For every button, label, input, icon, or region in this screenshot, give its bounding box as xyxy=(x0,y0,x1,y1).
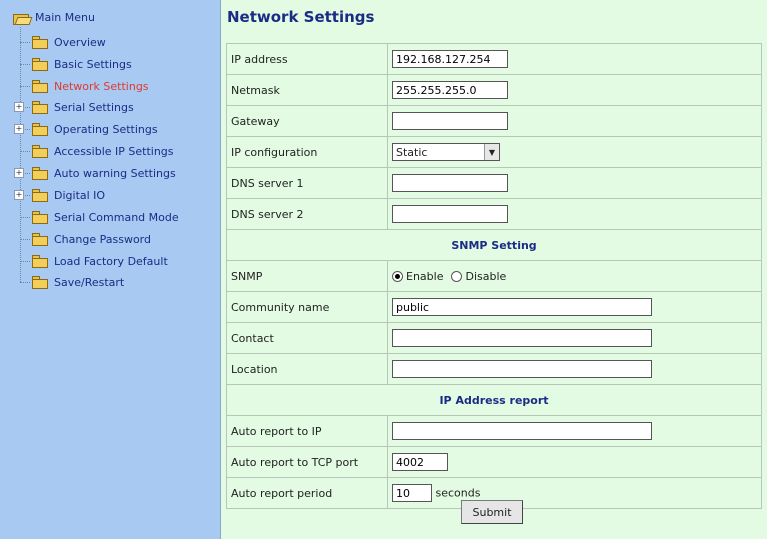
main-content: Network Settings IP address Netmask Gate… xyxy=(221,0,767,539)
location-input[interactable] xyxy=(392,360,652,378)
form-row-dns2: DNS server 2 xyxy=(226,198,762,230)
snmp-enable-option[interactable]: Enable xyxy=(392,270,443,283)
sidebar-item-overview[interactable]: Overview xyxy=(20,33,106,51)
snmp-disable-radio[interactable] xyxy=(451,270,463,282)
folder-icon xyxy=(32,123,48,136)
contact-label: Contact xyxy=(226,322,388,354)
sidebar-item-label: Basic Settings xyxy=(54,57,132,71)
auto-report-port-label: Auto report to TCP port xyxy=(226,446,388,478)
sidebar-item-auto-warning-settings[interactable]: + Auto warning Settings xyxy=(14,164,176,182)
community-name-label: Community name xyxy=(226,291,388,323)
snmp-disable-label: Disable xyxy=(465,269,507,283)
form-section-snmp: SNMP Setting xyxy=(226,229,762,261)
sidebar-item-label: Serial Settings xyxy=(54,100,134,114)
plus-expander-icon[interactable]: + xyxy=(14,124,24,134)
form-row-snmp: SNMP Enable Disable xyxy=(226,260,762,292)
ip-configuration-label: IP configuration xyxy=(226,136,388,168)
ip-configuration-select[interactable]: Static ▼ xyxy=(392,143,500,161)
folder-icon xyxy=(32,101,48,114)
form-row-contact: Contact xyxy=(226,322,762,354)
sidebar-item-label: Overview xyxy=(54,35,106,49)
community-name-input[interactable] xyxy=(392,298,652,316)
dns-server-1-input[interactable] xyxy=(392,174,508,192)
location-label: Location xyxy=(226,353,388,385)
form-row-netmask: Netmask xyxy=(226,74,762,106)
auto-report-period-input[interactable] xyxy=(392,484,432,502)
sidebar-menu: Main Menu Overview Basic Settings Networ… xyxy=(0,0,221,539)
menu-root[interactable]: Main Menu xyxy=(13,11,95,25)
plus-expander-icon[interactable]: + xyxy=(14,102,24,112)
sidebar-item-operating-settings[interactable]: + Operating Settings xyxy=(14,120,158,138)
submit-button[interactable]: Submit xyxy=(461,500,523,524)
auto-report-ip-input[interactable] xyxy=(392,422,652,440)
sidebar-item-label: Auto warning Settings xyxy=(54,166,176,180)
form-row-ip-address: IP address xyxy=(226,43,762,75)
snmp-radio-group: Enable Disable xyxy=(392,270,757,283)
plus-expander-icon[interactable]: + xyxy=(14,190,24,200)
dns-server-2-label: DNS server 2 xyxy=(226,198,388,230)
auto-report-port-input[interactable] xyxy=(392,453,448,471)
form-row-gateway: Gateway xyxy=(226,105,762,137)
sidebar-item-label: Operating Settings xyxy=(54,122,158,136)
ip-address-input[interactable] xyxy=(392,50,508,68)
ip-report-section-header: IP Address report xyxy=(226,384,762,416)
plus-expander-icon[interactable]: + xyxy=(14,168,24,178)
open-folder-icon xyxy=(13,12,29,25)
sidebar-item-accessible-ip-settings[interactable]: Accessible IP Settings xyxy=(20,142,174,160)
sidebar-item-label: Load Factory Default xyxy=(54,254,168,268)
dns-server-1-label: DNS server 1 xyxy=(226,167,388,199)
folder-icon xyxy=(32,255,48,268)
sidebar-item-serial-settings[interactable]: + Serial Settings xyxy=(14,98,134,116)
snmp-enable-radio[interactable] xyxy=(392,270,403,282)
folder-icon xyxy=(32,167,48,180)
snmp-label: SNMP xyxy=(226,260,388,292)
gateway-label: Gateway xyxy=(226,105,388,137)
sidebar-item-serial-command-mode[interactable]: Serial Command Mode xyxy=(20,208,179,226)
snmp-section-header: SNMP Setting xyxy=(226,229,762,261)
folder-icon xyxy=(32,276,48,289)
form-row-location: Location xyxy=(226,353,762,385)
form-row-ip-configuration: IP configuration Static ▼ xyxy=(226,136,762,168)
sidebar-item-basic-settings[interactable]: Basic Settings xyxy=(20,55,132,73)
ip-configuration-value: Static xyxy=(396,145,428,159)
ip-address-label: IP address xyxy=(226,43,388,75)
folder-icon xyxy=(32,189,48,202)
sidebar-item-label: Save/Restart xyxy=(54,275,125,289)
sidebar-item-digital-io[interactable]: + Digital IO xyxy=(14,186,106,204)
sidebar-item-save-restart[interactable]: Save/Restart xyxy=(20,273,124,291)
form-row-auto-report-ip: Auto report to IP xyxy=(226,415,762,447)
sidebar-item-load-factory-default[interactable]: Load Factory Default xyxy=(20,252,168,270)
folder-icon xyxy=(32,233,48,246)
form-section-ip-report: IP Address report xyxy=(226,384,762,416)
netmask-input[interactable] xyxy=(392,81,508,99)
gateway-input[interactable] xyxy=(392,112,508,130)
sidebar-item-change-password[interactable]: Change Password xyxy=(20,230,151,248)
sidebar-item-label: Serial Command Mode xyxy=(54,210,179,224)
dropdown-arrow-icon[interactable]: ▼ xyxy=(484,144,499,160)
seconds-unit-label: seconds xyxy=(435,486,481,500)
snmp-disable-option[interactable]: Disable xyxy=(451,270,506,283)
folder-icon xyxy=(32,80,48,93)
contact-input[interactable] xyxy=(392,329,652,347)
sidebar-item-label: Digital IO xyxy=(54,188,106,202)
folder-icon xyxy=(32,145,48,158)
dns-server-2-input[interactable] xyxy=(392,205,508,223)
snmp-enable-label: Enable xyxy=(406,269,444,283)
folder-icon xyxy=(32,211,48,224)
netmask-label: Netmask xyxy=(226,74,388,106)
network-settings-form: IP address Netmask Gateway IP configurat… xyxy=(226,43,762,509)
sidebar-item-network-settings[interactable]: Network Settings xyxy=(20,77,149,95)
page-title: Network Settings xyxy=(227,8,375,26)
sidebar-item-label: Accessible IP Settings xyxy=(54,144,174,158)
form-row-auto-report-port: Auto report to TCP port xyxy=(226,446,762,478)
auto-report-ip-label: Auto report to IP xyxy=(226,415,388,447)
sidebar-item-label: Network Settings xyxy=(54,79,149,93)
menu-root-label: Main Menu xyxy=(35,11,95,24)
form-row-dns1: DNS server 1 xyxy=(226,167,762,199)
folder-icon xyxy=(32,36,48,49)
form-row-community: Community name xyxy=(226,291,762,323)
folder-icon xyxy=(32,58,48,71)
auto-report-period-label: Auto report period xyxy=(226,477,388,509)
sidebar-item-label: Change Password xyxy=(54,232,151,246)
